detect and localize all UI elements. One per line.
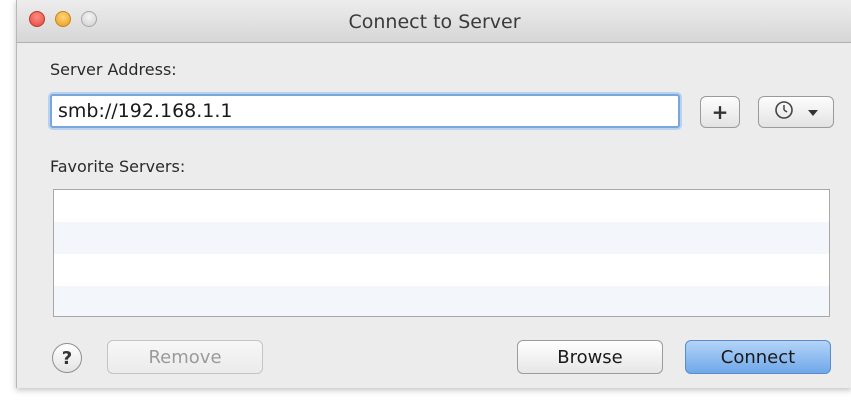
connect-button[interactable]: Connect <box>685 340 831 374</box>
title-bar: Connect to Server <box>17 0 851 43</box>
list-row <box>54 190 829 222</box>
help-button[interactable]: ? <box>52 343 82 373</box>
add-favorite-button[interactable]: + <box>700 96 740 128</box>
recent-servers-button[interactable] <box>758 96 834 128</box>
favorite-servers-list[interactable] <box>53 189 830 317</box>
clock-icon <box>773 100 807 124</box>
browse-button[interactable]: Browse <box>517 340 663 374</box>
list-row <box>54 286 829 316</box>
list-row <box>54 254 829 286</box>
remove-button[interactable]: Remove <box>107 340 263 374</box>
server-address-input[interactable] <box>50 94 680 128</box>
window-title: Connect to Server <box>348 11 521 33</box>
list-row <box>54 222 829 254</box>
connect-to-server-window: Connect to Server Server Address: + Favo… <box>16 0 851 388</box>
server-address-label: Server Address: <box>50 60 177 79</box>
favorite-servers-label: Favorite Servers: <box>50 157 186 176</box>
chevron-down-icon <box>807 103 819 122</box>
